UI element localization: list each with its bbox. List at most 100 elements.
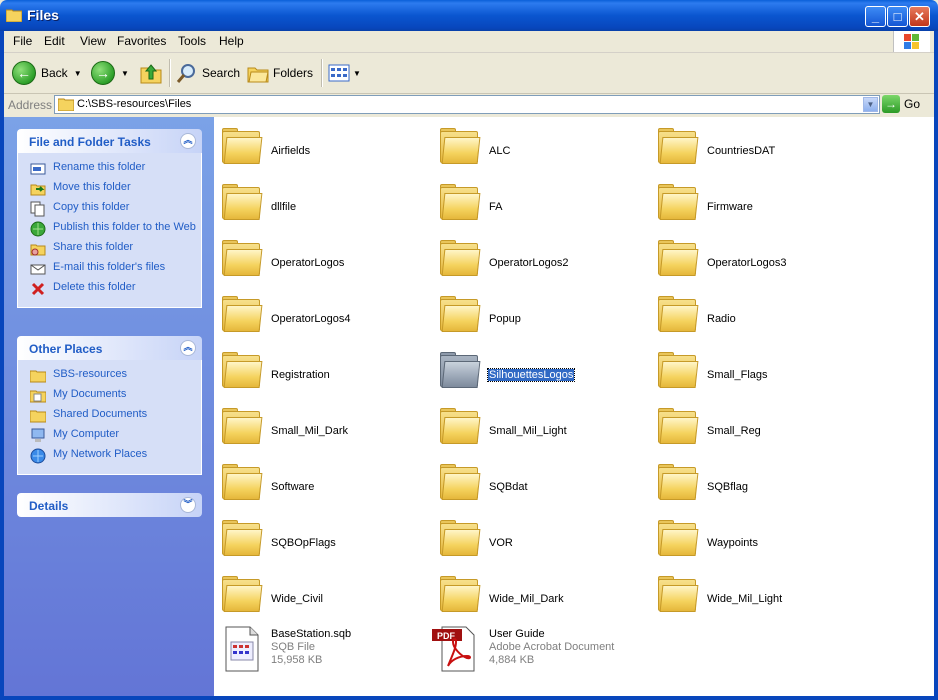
menu-view[interactable]: View	[80, 34, 106, 48]
file-type: SQB File	[271, 641, 316, 653]
folder-item[interactable]: OperatorLogos3	[650, 236, 860, 282]
forward-arrow-icon: →	[91, 61, 115, 85]
places-item[interactable]: SBS-resources	[18, 366, 201, 386]
folder-item[interactable]: ALC	[432, 124, 642, 170]
menu-help[interactable]: Help	[219, 34, 244, 48]
tasks-item-label: Rename this folder	[53, 161, 146, 173]
tasks-item[interactable]: Rename this folder	[18, 159, 201, 179]
tasks-item[interactable]: Move this folder	[18, 179, 201, 199]
folder-item[interactable]: SilhouettesLogos	[432, 348, 642, 394]
expand-chevron-icon[interactable]: ︾	[180, 497, 196, 513]
collapse-chevron-icon[interactable]: ︽	[180, 340, 196, 356]
go-button[interactable]: → Go	[882, 95, 920, 113]
file-item[interactable]: PDF User Guide Adobe Acrobat Document 4,884…	[432, 622, 642, 678]
folder-icon	[440, 184, 481, 220]
folder-item[interactable]: Firmware	[650, 180, 860, 226]
folder-item[interactable]: Small_Mil_Light	[432, 404, 642, 450]
folder-item[interactable]: Small_Flags	[650, 348, 860, 394]
folder-item[interactable]: FA	[432, 180, 642, 226]
folder-item[interactable]: Software	[214, 460, 424, 506]
folder-item[interactable]: dllfile	[214, 180, 424, 226]
close-button[interactable]: ✕	[909, 6, 930, 27]
folder-item[interactable]: OperatorLogos	[214, 236, 424, 282]
address-field[interactable]: C:\SBS-resources\Files ▼	[54, 95, 880, 114]
folder-item[interactable]: OperatorLogos4	[214, 292, 424, 338]
places-item[interactable]: My Network Places	[18, 446, 201, 466]
up-folder-icon	[140, 64, 162, 84]
panel-header[interactable]: Details ︾	[17, 493, 202, 517]
folder-item[interactable]: SQBflag	[650, 460, 860, 506]
address-bar: Address C:\SBS-resources\Files ▼ → Go	[4, 94, 934, 116]
views-dropdown-icon[interactable]: ▼	[353, 69, 361, 78]
tasks-item-label: Publish this folder to the Web	[53, 221, 196, 233]
places-item-label: My Documents	[53, 388, 127, 400]
publish-web-icon	[30, 221, 46, 237]
folder-icon	[658, 408, 699, 444]
windows-logo-icon	[893, 31, 930, 52]
details-panel: Details ︾	[17, 493, 202, 517]
menu-tools[interactable]: Tools	[178, 34, 206, 48]
folder-item[interactable]: CountriesDAT	[650, 124, 860, 170]
address-path: C:\SBS-resources\Files	[77, 98, 192, 110]
folder-item[interactable]: SQBOpFlags	[214, 516, 424, 562]
tasks-item[interactable]: Delete this folder	[18, 279, 201, 299]
file-info: BaseStation.sqb SQB File 15,958 KB	[271, 628, 351, 667]
tasks-item[interactable]: E-mail this folder's files	[18, 259, 201, 279]
folder-name: OperatorLogos	[271, 257, 345, 269]
menu-file[interactable]: File	[13, 34, 32, 48]
file-name: BaseStation.sqb	[271, 628, 352, 640]
folder-item[interactable]: Small_Reg	[650, 404, 860, 450]
file-item[interactable]: BaseStation.sqb SQB File 15,958 KB	[214, 622, 424, 678]
title-bar[interactable]: Files _ □ ✕	[0, 0, 938, 31]
places-item[interactable]: My Computer	[18, 426, 201, 446]
folder-item[interactable]: SQBdat	[432, 460, 642, 506]
menu-bar: File Edit View Favorites Tools Help	[4, 31, 934, 53]
tasks-item-label: Share this folder	[53, 241, 134, 253]
address-dropdown-icon[interactable]: ▼	[863, 97, 878, 112]
maximize-button[interactable]: □	[887, 6, 908, 27]
folder-item[interactable]: Wide_Mil_Light	[650, 572, 860, 618]
folder-icon	[222, 184, 263, 220]
minimize-button[interactable]: _	[865, 6, 886, 27]
folder-name: Wide_Mil_Dark	[489, 593, 564, 605]
folders-icon	[247, 67, 269, 83]
folder-item[interactable]: Wide_Mil_Dark	[432, 572, 642, 618]
folder-item[interactable]: Small_Mil_Dark	[214, 404, 424, 450]
folder-item[interactable]: Wide_Civil	[214, 572, 424, 618]
tasks-item[interactable]: Publish this folder to the Web	[18, 219, 201, 239]
forward-button[interactable]: → ▼	[91, 60, 129, 86]
menu-favorites[interactable]: Favorites	[117, 34, 166, 48]
views-button[interactable]: ▼	[328, 60, 361, 86]
folder-item[interactable]: Radio	[650, 292, 860, 338]
folder-name: Software	[271, 481, 315, 493]
folder-icon	[222, 576, 263, 612]
back-button[interactable]: ← Back ▼	[12, 60, 82, 86]
folder-item[interactable]: Waypoints	[650, 516, 860, 562]
window-title: Files	[27, 7, 59, 23]
file-info: User Guide Adobe Acrobat Document 4,884 KB	[489, 628, 614, 667]
sqb-file-icon	[224, 626, 260, 672]
folder-icon	[658, 352, 699, 388]
places-item[interactable]: Shared Documents	[18, 406, 201, 426]
search-button[interactable]: Search	[176, 60, 240, 86]
folder-item[interactable]: Airfields	[214, 124, 424, 170]
tasks-item[interactable]: Share this folder	[18, 239, 201, 259]
folder-item[interactable]: OperatorLogos2	[432, 236, 642, 282]
folder-item[interactable]: VOR	[432, 516, 642, 562]
collapse-chevron-icon[interactable]: ︽	[180, 133, 196, 149]
panel-header[interactable]: Other Places ︽	[17, 336, 202, 360]
panel-body: Rename this folder Move this folder Copy t…	[17, 153, 202, 308]
menu-edit[interactable]: Edit	[44, 34, 65, 48]
views-icon	[328, 64, 350, 82]
tasks-item[interactable]: Copy this folder	[18, 199, 201, 219]
folders-button[interactable]: Folders	[247, 60, 313, 86]
folder-item[interactable]: Popup	[432, 292, 642, 338]
folder-item[interactable]: Registration	[214, 348, 424, 394]
back-dropdown-icon[interactable]: ▼	[74, 69, 82, 78]
forward-dropdown-icon[interactable]: ▼	[121, 69, 129, 78]
task-pane: File and Folder Tasks ︽ Rename this fold…	[4, 117, 214, 696]
places-item[interactable]: My Documents	[18, 386, 201, 406]
panel-header[interactable]: File and Folder Tasks ︽	[17, 129, 202, 153]
up-folder-button[interactable]	[140, 60, 162, 86]
toolbar-separator	[169, 59, 171, 87]
